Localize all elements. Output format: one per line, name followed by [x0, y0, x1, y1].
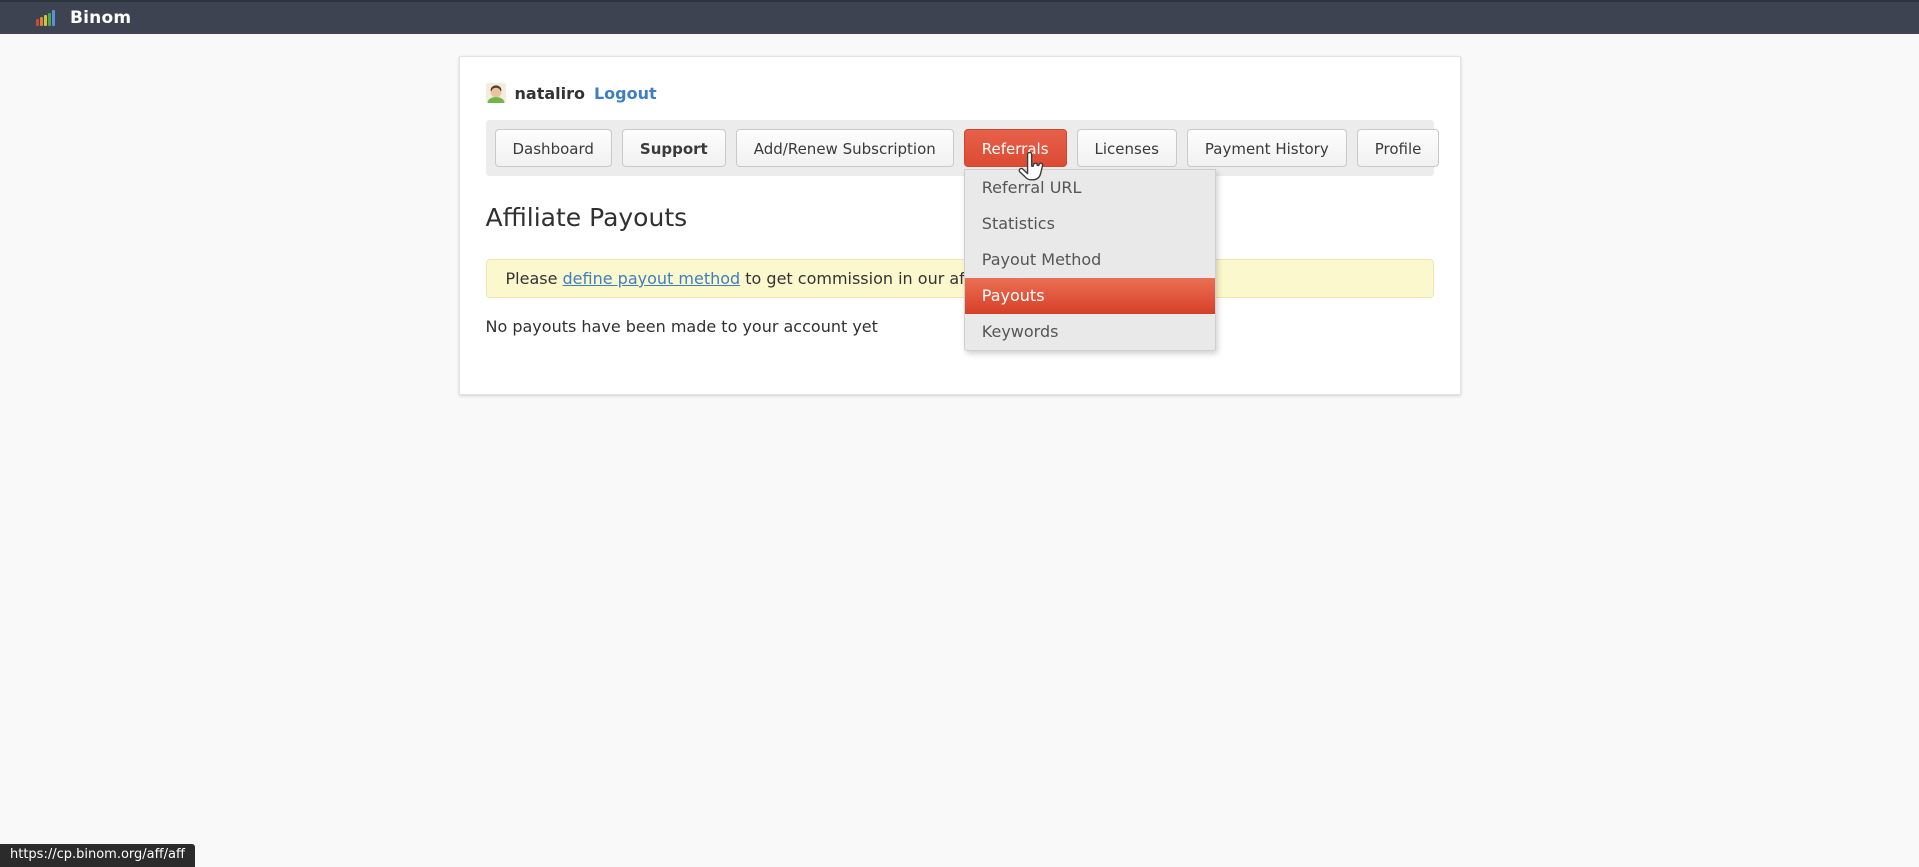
nav-button-payment-history[interactable]: Payment History	[1187, 129, 1347, 167]
brand-title: Binom	[70, 8, 131, 28]
nav-button-licenses[interactable]: Licenses	[1077, 129, 1177, 167]
nav-button-add-renew-subscription[interactable]: Add/Renew Subscription	[736, 129, 954, 167]
menu-item-referral-url[interactable]: Referral URL	[965, 170, 1215, 206]
nav-button-profile[interactable]: Profile	[1357, 129, 1440, 167]
nav-button-support[interactable]: Support	[622, 129, 726, 167]
empty-payouts-message: No payouts have been made to your accoun…	[486, 317, 1434, 336]
nav-strip: Dashboard Support Add/Renew Subscription…	[486, 120, 1434, 176]
logout-link[interactable]: Logout	[594, 84, 657, 103]
nav-button-dashboard[interactable]: Dashboard	[495, 129, 612, 167]
user-row: nataliro Logout	[486, 83, 1434, 103]
nav-button-referrals-label: Referrals	[982, 140, 1049, 158]
notice-text-prefix: Please	[506, 269, 563, 288]
define-payout-method-link[interactable]: define payout method	[563, 269, 741, 288]
nav-button-referrals[interactable]: Referrals Referral URL Statistics Payout…	[964, 129, 1067, 167]
user-name: nataliro	[515, 84, 585, 103]
binom-logo-bar-chart-icon	[36, 10, 55, 26]
user-avatar	[486, 83, 506, 103]
link-preview-status-bar: https://cp.binom.org/aff/aff	[0, 844, 195, 867]
account-card: nataliro Logout Dashboard Support Add/Re…	[459, 56, 1461, 395]
top-bar: Binom	[0, 0, 1919, 34]
referrals-dropdown-menu: Referral URL Statistics Payout Method Pa…	[964, 169, 1216, 351]
payout-method-notice: Please define payout method to get commi…	[486, 259, 1434, 298]
menu-item-payout-method[interactable]: Payout Method	[965, 242, 1215, 278]
menu-item-payouts[interactable]: Payouts	[965, 278, 1215, 314]
menu-item-statistics[interactable]: Statistics	[965, 206, 1215, 242]
menu-item-keywords[interactable]: Keywords	[965, 314, 1215, 350]
page-title: Affiliate Payouts	[486, 203, 1434, 232]
